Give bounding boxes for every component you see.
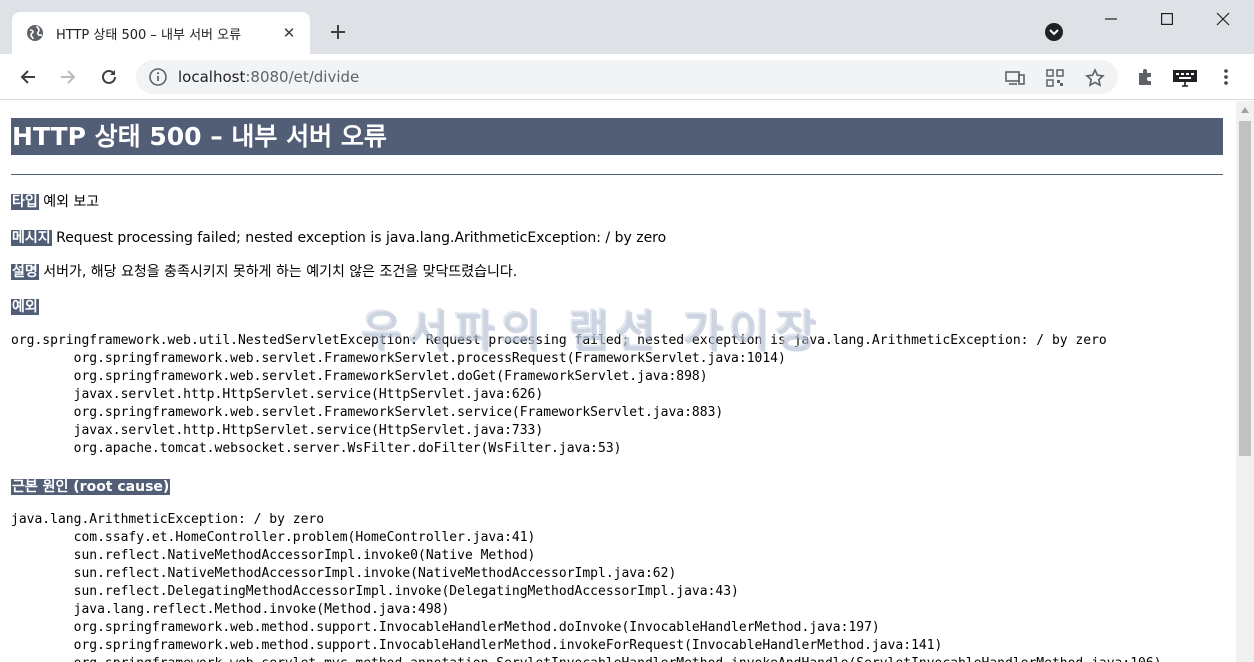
trace-line: org.springframework.web.util.NestedServl… xyxy=(11,333,1107,348)
tab-title: HTTP 상태 500 – 내부 서버 오류 xyxy=(56,27,242,43)
trace-line: org.springframework.web.method.support.I… xyxy=(11,638,943,653)
url-text: localhost:8080/et/divide xyxy=(178,68,359,86)
scroll-up-button[interactable] xyxy=(1236,101,1254,118)
info-icon[interactable] xyxy=(148,67,168,87)
type-value: 예외 보고 xyxy=(43,194,100,210)
vertical-scrollbar[interactable] xyxy=(1236,101,1254,662)
trace-line: org.springframework.web.servlet.Framewor… xyxy=(11,369,708,384)
close-icon xyxy=(1216,12,1230,26)
trace-line: org.apache.tomcat.websocket.server.WsFil… xyxy=(11,441,622,456)
exception-stacktrace: org.springframework.web.util.NestedServl… xyxy=(11,332,1107,458)
cast-icon[interactable] xyxy=(1004,67,1026,89)
back-button[interactable] xyxy=(13,62,43,92)
url-path: :8080/et/divide xyxy=(245,68,360,86)
reload-icon xyxy=(102,69,116,84)
trace-line: java.lang.reflect.Method.invoke(Method.j… xyxy=(11,602,450,617)
tab-search-icon[interactable] xyxy=(1043,21,1065,43)
message-row: 메시지 Request processing failed; nested ex… xyxy=(11,227,666,247)
qr-code-icon[interactable] xyxy=(1044,67,1066,89)
browser-toolbar: localhost:8080/et/divide xyxy=(0,54,1254,100)
trace-line: javax.servlet.http.HttpServlet.service(H… xyxy=(11,423,544,438)
type-row: 타입 예외 보고 xyxy=(11,191,99,211)
bookmark-star-icon[interactable] xyxy=(1084,67,1106,89)
new-tab-button[interactable] xyxy=(324,18,352,46)
scroll-thumb[interactable] xyxy=(1239,121,1251,456)
maximize-button[interactable] xyxy=(1144,4,1190,34)
minimize-button[interactable] xyxy=(1088,4,1134,34)
trace-line: sun.reflect.NativeMethodAccessorImpl.inv… xyxy=(11,566,677,581)
browser-tab[interactable]: HTTP 상태 500 – 내부 서버 오류 ✕ xyxy=(12,12,310,54)
trace-line: org.springframework.web.servlet.Framewor… xyxy=(11,351,786,366)
exception-heading: 예외 xyxy=(11,296,39,316)
description-value: 서버가, 해당 요청을 충족시키지 못하게 하는 예기치 않은 조건을 맞닥뜨렸… xyxy=(43,264,518,280)
exception-label: 예외 xyxy=(11,299,39,315)
trace-line: sun.reflect.DelegatingMethodAccessorImpl… xyxy=(11,584,739,599)
trace-line: java.lang.ArithmeticException: / by zero xyxy=(11,512,325,527)
trace-line: org.springframework.web.servlet.mvc.meth… xyxy=(11,655,1162,662)
forward-button[interactable] xyxy=(53,62,83,92)
description-label: 설명 xyxy=(11,264,39,280)
address-bar[interactable]: localhost:8080/et/divide xyxy=(136,60,1118,94)
root-cause-stacktrace: java.lang.ArithmeticException: / by zero… xyxy=(11,511,1162,662)
trace-line: org.springframework.web.servlet.Framewor… xyxy=(11,405,724,420)
tab-close-icon[interactable]: ✕ xyxy=(278,22,300,44)
type-label: 타입 xyxy=(11,194,39,210)
message-value: Request processing failed; nested except… xyxy=(56,230,667,246)
triangle-up-icon xyxy=(1241,106,1249,113)
divider xyxy=(11,174,1223,175)
menu-kebab-icon[interactable] xyxy=(1213,64,1239,90)
trace-line: javax.servlet.http.HttpServlet.service(H… xyxy=(11,387,544,402)
globe-icon xyxy=(27,25,43,41)
extensions-icon[interactable] xyxy=(1133,64,1159,90)
plus-icon xyxy=(331,25,345,39)
maximize-icon xyxy=(1161,13,1173,25)
message-label: 메시지 xyxy=(11,230,52,246)
page-viewport: HTTP 상태 500 – 내부 서버 오류 타입 예외 보고 메시지 Requ… xyxy=(0,101,1236,662)
minimize-icon xyxy=(1105,18,1117,20)
page-title: HTTP 상태 500 – 내부 서버 오류 xyxy=(11,118,1223,155)
arrow-right-icon xyxy=(61,70,76,84)
tab-strip: HTTP 상태 500 – 내부 서버 오류 ✕ xyxy=(0,0,1254,54)
trace-line: org.springframework.web.method.support.I… xyxy=(11,620,880,635)
description-row: 설명 서버가, 해당 요청을 충족시키지 못하게 하는 예기치 않은 조건을 맞… xyxy=(11,261,517,281)
arrow-left-icon xyxy=(20,70,35,84)
url-host: localhost xyxy=(178,68,246,86)
keyboard-extension-icon[interactable] xyxy=(1172,64,1198,90)
trace-line: sun.reflect.NativeMethodAccessorImpl.inv… xyxy=(11,548,536,563)
close-window-button[interactable] xyxy=(1200,4,1246,34)
trace-line: com.ssafy.et.HomeController.problem(Home… xyxy=(11,530,536,545)
root-cause-heading: 근본 원인 (root cause) xyxy=(11,476,171,496)
root-cause-label: 근본 원인 (root cause) xyxy=(11,479,171,495)
reload-button[interactable] xyxy=(94,62,124,92)
